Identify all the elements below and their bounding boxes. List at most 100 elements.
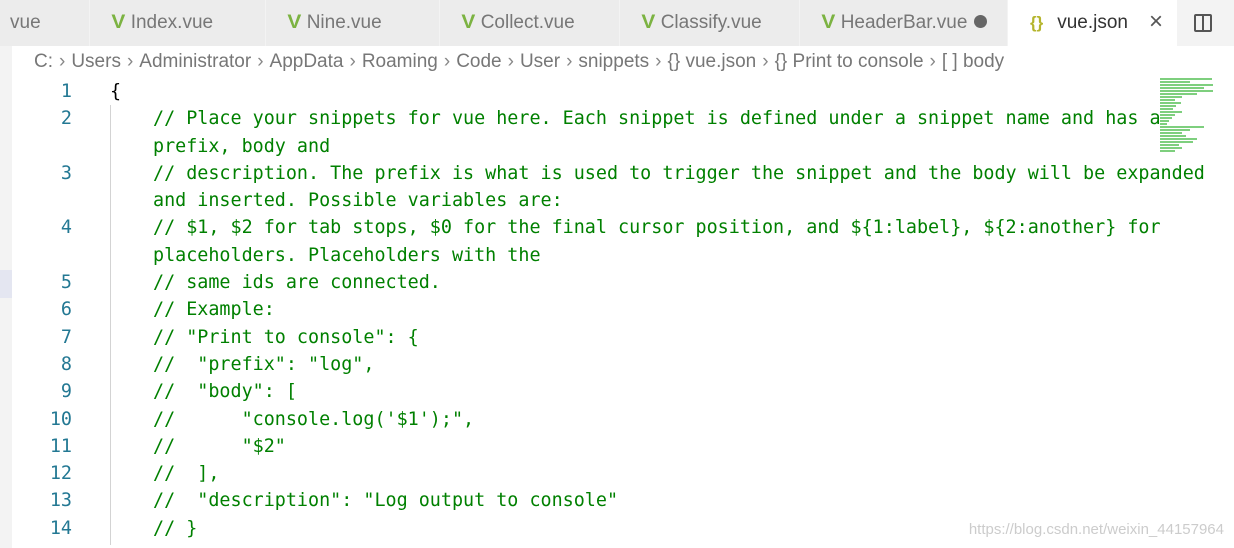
line-number: 11: [49, 435, 72, 457]
vue-icon: V: [641, 12, 656, 33]
line-text: // Example:: [153, 299, 275, 321]
watermark: https://blog.csdn.net/weixin_44157964: [968, 521, 1224, 538]
chevron-right-icon: ›: [349, 51, 356, 72]
tab-collect-vue[interactable]: V Collect.vue: [440, 0, 620, 46]
minimap-line: [1160, 135, 1186, 137]
vue-icon: V: [111, 12, 126, 33]
line-text: // $1, $2 for tab stops, $0 for the fina…: [153, 217, 1172, 266]
code-line: 8 // "prefix": "log",: [0, 351, 1232, 378]
breadcrumb-item[interactable]: User: [520, 51, 560, 73]
line-text: // "console.log('$1');",: [153, 408, 475, 430]
breadcrumb-item[interactable]: Users: [71, 51, 121, 73]
modified-dot-icon[interactable]: [974, 15, 987, 28]
minimap-line: [1160, 129, 1190, 131]
line-text: // "Print to console": {: [153, 326, 419, 348]
tab-vue[interactable]: vue: [0, 0, 90, 46]
breadcrumb-item[interactable]: Administrator: [139, 51, 251, 73]
breadcrumb-item[interactable]: Code: [456, 51, 501, 73]
breadcrumb-item[interactable]: AppData: [270, 51, 344, 73]
tab-vue-json[interactable]: {} vue.json ×: [1008, 0, 1178, 46]
tab-classify-vue[interactable]: V Classify.vue: [620, 0, 800, 46]
vue-icon: V: [287, 12, 302, 33]
line-number: 6: [60, 299, 72, 321]
code-line: 10 // "console.log('$1');",: [0, 406, 1232, 433]
line-number: 1: [60, 81, 72, 102]
breadcrumb-item[interactable]: C:: [34, 51, 53, 73]
chevron-right-icon: ›: [126, 51, 134, 72]
breadcrumb: C: › Users › Administrator › AppData › Roaming › C…: [34, 51, 1004, 73]
code-line: 12 // ],: [0, 460, 1232, 487]
split-editor-icon[interactable]: [1194, 14, 1212, 32]
code-line: 4 // $1, $2 for tab stops, $0 for the fin…: [0, 214, 1232, 269]
line-number: 14: [49, 517, 72, 539]
code-line: 5 // same ids are connected.: [0, 269, 1232, 296]
minimap-line: [1160, 123, 1168, 125]
line-text: // Place your snippets for vue here. Eac…: [153, 108, 1161, 157]
chevron-right-icon: ›: [59, 51, 66, 72]
code-line: 1{: [0, 78, 1232, 105]
minimap[interactable]: [1160, 78, 1234, 178]
line-text: // "$2": [153, 435, 286, 457]
tab-label: Classify.vue: [660, 12, 762, 33]
line-number: 2: [60, 108, 72, 130]
minimap-line: [1160, 132, 1183, 134]
breadcrumb-item[interactable]: {} vue.json: [668, 51, 757, 73]
tab-bar: vue V Index.vue V Nine.vue V Collect.vue V Class…: [0, 0, 1234, 46]
tab-label: Collect.vue: [480, 12, 575, 33]
close-icon[interactable]: ×: [1149, 8, 1163, 36]
breadcrumb-item[interactable]: {} Print to console: [775, 51, 924, 73]
chevron-right-icon: ›: [257, 51, 264, 72]
tab-index-vue[interactable]: V Index.vue: [90, 0, 266, 46]
chevron-right-icon: ›: [507, 51, 514, 72]
editor-actions: ···: [1178, 0, 1234, 46]
minimap-line: [1160, 108, 1174, 110]
code-line: 3 // description. The prefix is what is u…: [0, 160, 1232, 215]
minimap-line: [1160, 111, 1183, 113]
minimap-line: [1160, 84, 1214, 86]
code-line: 7 // "Print to console": {: [0, 324, 1232, 351]
breadcrumb-item[interactable]: [ ] body: [942, 51, 1004, 73]
minimap-line: [1160, 141, 1194, 143]
code-line: 6 // Example:: [0, 296, 1232, 323]
minimap-line: [1160, 81, 1190, 83]
code-line: 2 // Place your snippets for vue here. Ea…: [0, 105, 1232, 160]
breadcrumb-item[interactable]: Roaming: [362, 51, 438, 73]
tab-label: vue: [10, 12, 41, 33]
line-text: // description. The prefix is what is us…: [153, 162, 1216, 212]
chevron-right-icon: ›: [929, 51, 936, 72]
minimap-line: [1160, 114, 1175, 116]
minimap-line: [1160, 90, 1214, 92]
chevron-right-icon: ›: [566, 51, 573, 72]
line-number: 13: [49, 490, 72, 512]
minimap-line: [1160, 87, 1205, 89]
json-braces-icon: {}: [1030, 13, 1044, 32]
vue-icon: V: [461, 12, 476, 33]
tab-label: HeaderBar.vue: [840, 12, 968, 33]
line-number: 5: [60, 272, 72, 294]
code-line: 9 // "body": [: [0, 378, 1232, 405]
tab-label: Index.vue: [130, 12, 214, 33]
breadcrumb-item[interactable]: snippets: [578, 51, 649, 73]
line-text: // "body": [: [153, 381, 297, 403]
code-editor[interactable]: 1{ 2 // Place your snippets for vue here. …: [0, 78, 1232, 542]
minimap-line: [1160, 147, 1183, 149]
chevron-right-icon: ›: [443, 51, 451, 72]
line-number: 7: [60, 326, 72, 348]
minimap-line: [1160, 144, 1179, 146]
code-line: 13 // "description": "Log output to conso…: [0, 487, 1232, 514]
minimap-line: [1160, 150, 1175, 152]
minimap-line: [1160, 93, 1197, 95]
minimap-line: [1160, 96, 1183, 98]
line-number: 8: [60, 353, 72, 375]
line-number: 4: [60, 217, 72, 239]
line-number: 10: [49, 408, 72, 430]
minimap-line: [1160, 99, 1175, 101]
tab-label: Nine.vue: [306, 12, 382, 33]
tab-nine-vue[interactable]: V Nine.vue: [266, 0, 440, 46]
tab-headerbar-vue[interactable]: V HeaderBar.vue: [800, 0, 1008, 46]
chevron-right-icon: ›: [655, 51, 662, 72]
minimap-line: [1160, 120, 1169, 122]
vue-icon: V: [821, 12, 836, 33]
line-number: 12: [49, 463, 72, 485]
line-text: // ],: [153, 463, 220, 485]
